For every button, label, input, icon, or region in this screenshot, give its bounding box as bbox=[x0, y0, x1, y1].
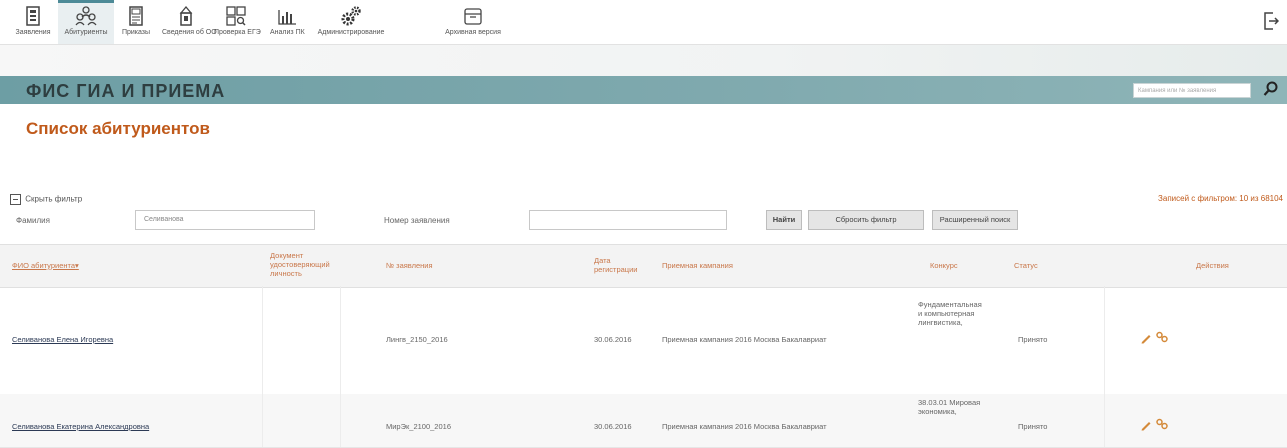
nav-item-analytics[interactable]: Анализ ПК bbox=[270, 0, 305, 44]
nav-label: Администрирование bbox=[317, 29, 385, 36]
orders-icon bbox=[129, 6, 143, 26]
application-number-field[interactable] bbox=[529, 210, 727, 230]
find-button[interactable]: Найти bbox=[766, 210, 802, 230]
brand-title: ФИС ГИА И ПРИЕМА bbox=[26, 81, 226, 101]
logout-icon[interactable] bbox=[1263, 12, 1279, 30]
hide-filter-label: Скрыть фильтр bbox=[25, 194, 83, 204]
institution-icon bbox=[179, 6, 193, 26]
campaign-cell: Приемная кампания 2016 Москва Бакалавриа… bbox=[662, 422, 827, 431]
column-actions: Действия bbox=[1196, 261, 1229, 270]
table-row: Селиванова Екатерина Александровна МирЭк… bbox=[0, 394, 1287, 448]
document-icon bbox=[26, 6, 40, 26]
nav-label: Заявления bbox=[15, 29, 51, 36]
advanced-search-button[interactable]: Расширенный поиск bbox=[932, 210, 1018, 230]
competition-cell: Фундаментальная и компьютерная лингвисти… bbox=[918, 300, 982, 327]
edit-pencil-icon[interactable] bbox=[1140, 419, 1152, 431]
column-status: Статус bbox=[1014, 261, 1038, 270]
column-fio[interactable]: ФИО абитуриента▾ bbox=[12, 261, 79, 270]
column-fio-label: ФИО абитуриента bbox=[12, 261, 76, 270]
nav-label: Абитуриенты bbox=[64, 29, 108, 36]
applicant-name-link[interactable]: Селиванова Екатерина Александровна bbox=[12, 422, 149, 431]
campaign-cell: Приемная кампания 2016 Москва Бакалавриа… bbox=[662, 335, 827, 344]
link-icon[interactable] bbox=[1156, 331, 1168, 343]
header-banner: ФИС ГИА И ПРИЕМА Кампания или № заявлени… bbox=[0, 76, 1287, 104]
status-cell: Принято bbox=[1018, 335, 1048, 344]
column-competition: Конкурс bbox=[930, 261, 958, 270]
surname-label: Фамилия bbox=[16, 216, 50, 225]
nav-item-archive[interactable]: Архивная версия bbox=[444, 0, 502, 44]
nav-item-applicants[interactable]: Абитуриенты bbox=[58, 0, 114, 44]
registration-date-cell: 30.06.2016 bbox=[594, 335, 632, 344]
nav-label: Анализ ПК bbox=[270, 29, 305, 36]
analytics-icon bbox=[278, 10, 296, 25]
banner-strip bbox=[0, 45, 1287, 76]
records-count: Записей с фильтром: 10 из 68104 bbox=[1158, 194, 1283, 203]
sort-arrow-icon: ▾ bbox=[75, 261, 79, 270]
reset-filter-button[interactable]: Сбросить фильтр bbox=[808, 210, 924, 230]
column-document: Документ удостоверяющий личность bbox=[270, 251, 330, 278]
nav-label: Сведения об ОО bbox=[162, 29, 217, 36]
nav-label: Приказы bbox=[121, 29, 151, 36]
collapse-icon bbox=[10, 194, 21, 205]
nav-label: Проверка ЕГЭ bbox=[214, 29, 261, 36]
column-app-number: № заявления bbox=[386, 261, 433, 270]
nav-item-orders[interactable]: Приказы bbox=[118, 0, 154, 44]
nav-item-institution-info[interactable]: Сведения об ОО bbox=[162, 0, 217, 44]
search-icon[interactable] bbox=[1263, 81, 1279, 97]
application-number-cell: Лингв_2150_2016 bbox=[386, 335, 448, 344]
nav-item-administration[interactable]: Администрирование bbox=[314, 0, 388, 44]
registration-date-cell: 30.06.2016 bbox=[594, 422, 632, 431]
applicant-name-link[interactable]: Селиванова Елена Игоревна bbox=[12, 335, 113, 344]
users-icon bbox=[75, 6, 97, 26]
column-campaign: Приемная кампания bbox=[662, 261, 733, 270]
table-row: Селиванова Елена Игоревна Лингв_2150_201… bbox=[0, 286, 1287, 395]
table-header: ФИО абитуриента▾ Документ удостоверяющий… bbox=[0, 244, 1287, 288]
hide-filter-toggle[interactable]: Скрыть фильтр bbox=[10, 194, 82, 205]
application-number-cell: МирЭк_2100_2016 bbox=[386, 422, 451, 431]
nav-item-exam-check[interactable]: Проверка ЕГЭ bbox=[214, 0, 261, 44]
nav-label: Архивная версия bbox=[445, 29, 501, 36]
nav-item-applications[interactable]: Заявления bbox=[10, 0, 56, 44]
column-divider bbox=[340, 286, 341, 447]
competition-cell: 38.03.01 Мировая экономика, bbox=[918, 398, 981, 416]
surname-field[interactable]: Селиванова bbox=[135, 210, 315, 230]
edit-pencil-icon[interactable] bbox=[1140, 332, 1152, 344]
link-icon[interactable] bbox=[1156, 418, 1168, 430]
archive-icon bbox=[464, 8, 482, 25]
column-reg-date: Дата регистрации bbox=[594, 256, 638, 274]
exam-check-icon bbox=[226, 6, 246, 26]
top-navigation: Заявления Абитуриенты Приказы Сведения о… bbox=[0, 0, 1287, 45]
search-input[interactable]: Кампания или № заявления bbox=[1133, 83, 1251, 98]
gears-icon bbox=[341, 6, 361, 26]
column-divider bbox=[262, 286, 263, 447]
application-number-label: Номер заявления bbox=[384, 216, 450, 225]
status-cell: Принято bbox=[1018, 422, 1048, 431]
page-title: Список абитуриентов bbox=[26, 119, 210, 138]
column-divider bbox=[1104, 286, 1105, 447]
